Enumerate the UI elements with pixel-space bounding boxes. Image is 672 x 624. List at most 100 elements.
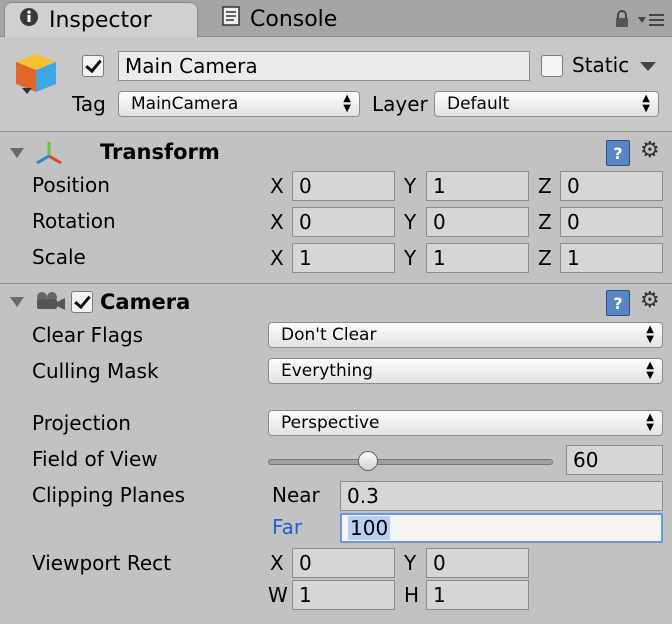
rotation-x-value: 0 [299,210,312,234]
section-divider [0,283,672,284]
projection-dropdown[interactable]: Perspective ▲ ▼ [268,410,663,436]
layer-label: Layer [372,92,428,116]
viewport-h-field[interactable]: 1 [426,580,529,610]
camera-foldout-icon[interactable] [10,297,24,307]
fov-label: Field of View [32,447,158,471]
viewport-y-value: 0 [433,551,446,575]
help-icon[interactable]: ? [606,140,630,166]
far-value: 100 [348,516,391,540]
fov-slider-knob[interactable] [358,451,379,471]
scale-y-field[interactable]: 1 [426,243,529,273]
clear-flags-value: Don't Clear [281,325,377,345]
fov-value: 60 [573,448,599,472]
viewport-h-value: 1 [433,583,446,607]
help-icon[interactable]: ? [606,290,630,316]
scale-z-value: 1 [567,246,580,270]
console-icon [222,6,240,32]
tag-value: MainCamera [131,94,239,114]
menu-icon[interactable] [638,12,664,31]
updown-icon: ▲ ▼ [646,324,654,345]
rotation-y-value: 0 [433,210,446,234]
clear-flags-label: Clear Flags [32,323,144,347]
window-controls [614,10,664,32]
gear-icon[interactable]: ⚙ [640,140,660,162]
updown-icon: ▲ ▼ [646,360,654,381]
rotation-label: Rotation [32,209,116,233]
scale-x-value: 1 [299,246,312,270]
viewport-w-axis: W [268,583,288,607]
tab-inspector[interactable]: Inspector [4,2,198,37]
clear-flags-dropdown[interactable]: Don't Clear ▲ ▼ [268,322,663,348]
tag-dropdown[interactable]: MainCamera ▲ ▼ [118,91,360,117]
culling-mask-dropdown[interactable]: Everything ▲ ▼ [268,358,663,384]
viewport-y-field[interactable]: 0 [426,548,529,578]
position-z-value: 0 [567,174,580,198]
scale-x-field[interactable]: 1 [292,243,395,273]
projection-value: Perspective [281,413,380,433]
position-z-field[interactable]: 0 [560,171,663,201]
transform-title: Transform [100,140,220,164]
culling-mask-label: Culling Mask [32,359,159,383]
position-x-field[interactable]: 0 [292,171,395,201]
fov-field[interactable]: 60 [566,445,663,475]
updown-icon: ▲ ▼ [642,93,650,114]
position-label: Position [32,173,110,197]
info-icon [19,7,39,33]
rotation-y-axis: Y [404,210,417,234]
tab-console[interactable]: Console [214,2,414,36]
scale-z-axis: Z [538,246,552,270]
position-y-value: 1 [433,174,446,198]
far-label: Far [272,515,303,539]
tab-console-label: Console [250,6,338,32]
layer-dropdown[interactable]: Default ▲ ▼ [434,91,659,117]
near-value: 0.3 [347,484,379,508]
viewport-rect-label: Viewport Rect [32,551,171,575]
rotation-z-axis: Z [538,210,552,234]
lock-icon[interactable] [614,10,630,32]
position-y-field[interactable]: 1 [426,171,529,201]
gameobject-cube-icon[interactable] [14,52,62,100]
static-dropdown-icon[interactable] [640,62,656,71]
culling-mask-value: Everything [281,361,374,381]
inspector-window: Inspector Console Main Camera Static Tag… [0,0,672,624]
object-name-value: Main Camera [125,54,258,78]
viewport-h-axis: H [404,583,420,607]
updown-icon: ▲ ▼ [343,93,351,114]
viewport-x-field[interactable]: 0 [292,548,395,578]
active-checkbox[interactable] [82,55,104,77]
scale-y-axis: Y [404,246,417,270]
rotation-x-axis: X [270,210,284,234]
tab-inspector-label: Inspector [49,7,152,33]
transform-axes-icon [34,140,64,172]
transform-foldout-icon[interactable] [10,148,24,158]
scale-z-field[interactable]: 1 [560,243,663,273]
camera-enabled-checkbox[interactable] [71,291,93,313]
tab-bar: Inspector Console [0,0,672,37]
rotation-z-value: 0 [567,210,580,234]
far-field[interactable]: 100 [340,513,663,543]
viewport-w-value: 1 [299,583,312,607]
scale-y-value: 1 [433,246,446,270]
viewport-x-value: 0 [299,551,312,575]
position-z-axis: Z [538,174,552,198]
layer-value: Default [447,94,510,114]
tag-label: Tag [72,92,106,116]
updown-icon: ▲ ▼ [646,412,654,433]
rotation-x-field[interactable]: 0 [292,207,395,237]
clipping-planes-label: Clipping Planes [32,483,186,507]
viewport-x-axis: X [270,551,284,575]
rotation-y-field[interactable]: 0 [426,207,529,237]
object-name-field[interactable]: Main Camera [118,51,530,81]
rotation-z-field[interactable]: 0 [560,207,663,237]
viewport-w-field[interactable]: 1 [292,580,395,610]
near-field[interactable]: 0.3 [340,481,663,511]
fov-slider-track[interactable] [268,459,553,465]
position-x-axis: X [270,174,284,198]
camera-icon [34,291,66,315]
camera-title: Camera [100,290,191,314]
static-checkbox[interactable] [541,55,563,77]
scale-label: Scale [32,245,86,269]
scale-x-axis: X [270,246,284,270]
near-label: Near [272,483,320,507]
gear-icon[interactable]: ⚙ [640,290,660,312]
